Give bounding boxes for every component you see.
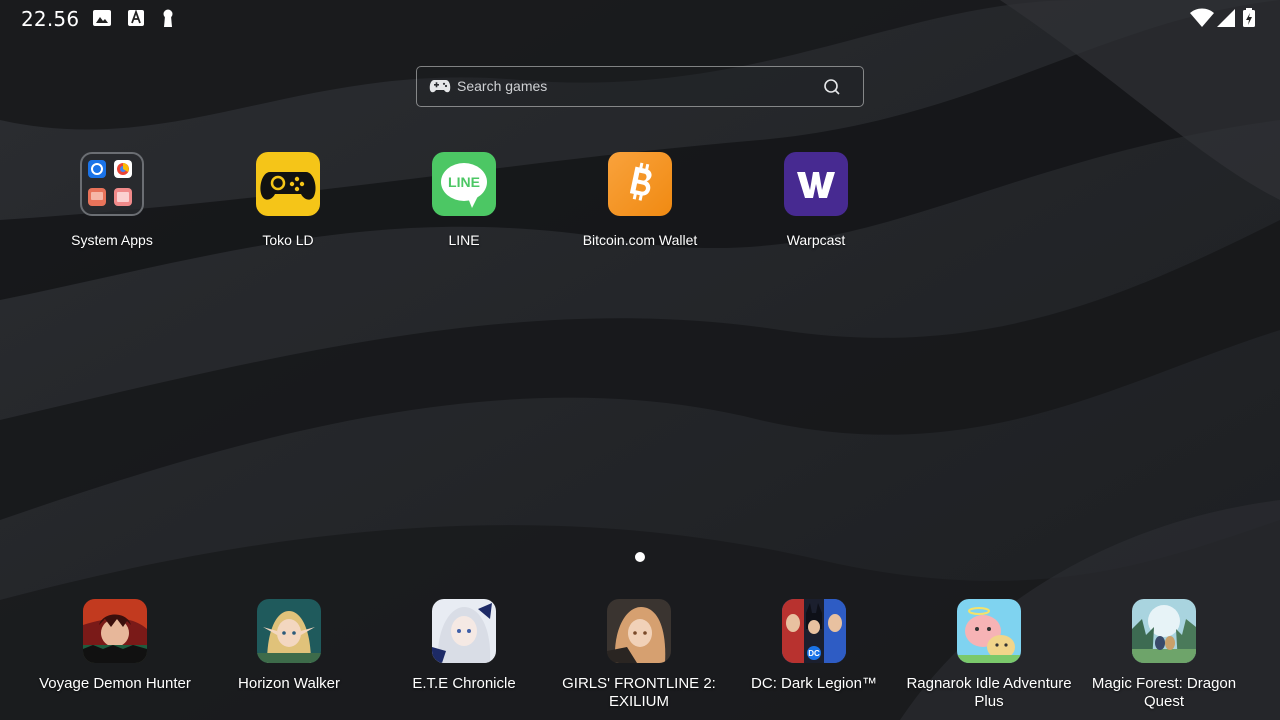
app-bitcoin-wallet[interactable]: Bitcoin.com Wallet (570, 152, 710, 248)
app-system-apps[interactable]: System Apps (42, 152, 182, 248)
dock-app-magic-forest[interactable]: Magic Forest: Dragon Quest (1079, 599, 1249, 711)
voyage-demon-hunter-icon (83, 599, 147, 663)
signal-icon (1217, 9, 1235, 27)
dock-app-dc-dark-legion[interactable]: DC DC: Dark Legion™ (729, 599, 899, 693)
image-icon (93, 10, 111, 26)
search-icon[interactable] (823, 78, 841, 96)
ragnarok-idle-icon (957, 599, 1021, 663)
dock-label: Voyage Demon Hunter (39, 675, 191, 692)
warpcast-icon (784, 152, 848, 216)
gamepad-icon (429, 80, 451, 93)
search-input[interactable] (457, 75, 817, 97)
magic-forest-icon (1132, 599, 1196, 663)
dc-dark-legion-icon: DC (782, 599, 846, 663)
dock-app-ete-chronicle[interactable]: E.T.E Chronicle (379, 599, 549, 693)
ete-chronicle-icon (432, 599, 496, 663)
gamepad-icon (256, 152, 320, 216)
battery-charging-icon (1243, 8, 1255, 27)
app-warpcast[interactable]: Warpcast (746, 152, 886, 248)
page-indicator-dot[interactable] (635, 552, 645, 562)
girls-frontline-2-icon (607, 599, 671, 663)
dock-label: GIRLS' FRONTLINE 2: EXILIUM (562, 675, 716, 710)
app-toko-ld[interactable]: Toko LD (218, 152, 358, 248)
app-line[interactable]: LINE LINE (394, 152, 534, 248)
font-a-icon (128, 9, 144, 26)
app-label: Toko LD (262, 232, 314, 248)
app-label: LINE (448, 232, 480, 248)
status-clock: 22.56 (21, 7, 80, 31)
horizon-walker-icon (257, 599, 321, 663)
app-label: Warpcast (786, 232, 846, 248)
dock-label: DC: Dark Legion™ (751, 675, 877, 692)
dock-label: Horizon Walker (238, 675, 340, 692)
dock-app-ragnarok-idle[interactable]: Ragnarok Idle Adventure Plus (904, 599, 1074, 711)
status-bar: 22.56 (0, 0, 1280, 36)
dock-app-voyage-demon-hunter[interactable]: Voyage Demon Hunter (30, 599, 200, 693)
line-icon: LINE (432, 152, 496, 216)
line-logo-text: LINE (448, 174, 480, 190)
search-bar[interactable] (416, 66, 864, 107)
dock-app-horizon-walker[interactable]: Horizon Walker (204, 599, 374, 693)
keyhole-icon (163, 9, 173, 27)
dock-app-girls-frontline-2[interactable]: GIRLS' FRONTLINE 2: EXILIUM (554, 599, 724, 711)
app-label: Bitcoin.com Wallet (582, 232, 698, 248)
bitcoin-icon (608, 152, 672, 216)
svg-text:DC: DC (808, 649, 820, 658)
dock-label: Magic Forest: Dragon Quest (1091, 675, 1237, 710)
wifi-icon (1190, 8, 1214, 27)
app-label: System Apps (71, 232, 153, 248)
folder-icon (80, 152, 144, 216)
dock-label: E.T.E Chronicle (412, 675, 516, 692)
dock-label: Ragnarok Idle Adventure Plus (906, 675, 1072, 710)
